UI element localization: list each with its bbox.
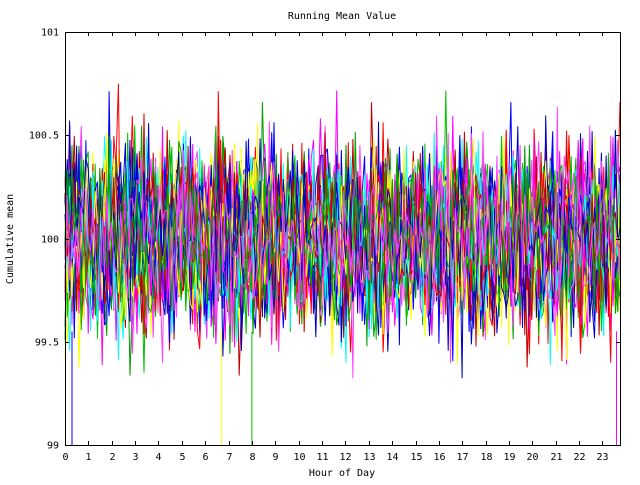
x-tick-label: 2: [109, 452, 115, 463]
line-chart: Running Mean Value 0 1 2 3 4 5 6 7 8 9 10 11 12 13 14 1…: [5, 11, 621, 479]
x-tick-label: 7: [226, 452, 232, 463]
chart-container: Running Mean Value 0 1 2 3 4 5 6 7 8 9 10 11 12 13 14 1…: [0, 0, 640, 480]
x-tick-label: 5: [179, 452, 185, 463]
x-tick-label: 10: [293, 452, 305, 463]
series-layer: [64, 83, 621, 445]
x-tick-label: 20: [526, 452, 538, 463]
x-tick-label: 23: [596, 452, 608, 463]
x-tick-label: 16: [433, 452, 445, 463]
chart-title: Running Mean Value: [288, 11, 396, 22]
x-tick-label: 1: [85, 452, 91, 463]
x-tick-label: 13: [363, 452, 375, 463]
x-tick-label: 11: [316, 452, 328, 463]
x-tick-label: 22: [573, 452, 585, 463]
y-tick-label: 101: [41, 28, 59, 39]
x-axis-label: Hour of Day: [309, 468, 375, 479]
y-tick-label: 100.5: [29, 131, 59, 142]
x-tick-label: 15: [410, 452, 422, 463]
y-tick-label: 99.5: [35, 338, 59, 349]
x-tick-label: 12: [339, 452, 351, 463]
x-tick-label: 6: [202, 452, 208, 463]
x-tick-label: 21: [550, 452, 562, 463]
y-tick-label: 100: [41, 235, 59, 246]
x-tick-label: 4: [155, 452, 161, 463]
x-tick-label: 8: [249, 452, 255, 463]
x-tick-label: 19: [503, 452, 515, 463]
x-tick-label: 17: [456, 452, 468, 463]
x-tick-label: 3: [132, 452, 138, 463]
y-axis-label: Cumulative mean: [5, 194, 16, 284]
y-tick-label: 99: [47, 441, 59, 452]
x-tick-label: 0: [62, 452, 68, 463]
x-tick-label: 18: [480, 452, 492, 463]
x-tick-label: 14: [386, 452, 398, 463]
x-tick-label: 9: [272, 452, 278, 463]
